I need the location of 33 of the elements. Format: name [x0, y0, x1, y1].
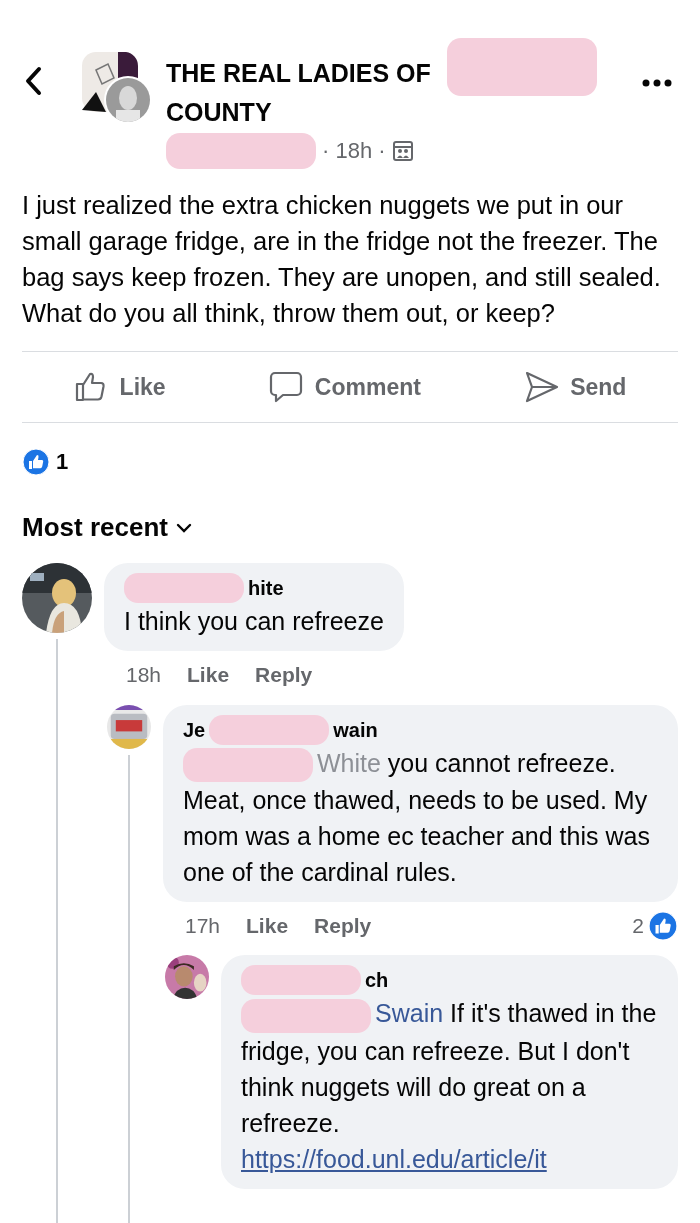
page-title[interactable]: COUNTY [166, 96, 272, 129]
comment-action[interactable]: Reply [255, 659, 313, 691]
author-name: Je [183, 717, 206, 742]
sort-button[interactable]: Most recent [22, 508, 192, 547]
like-badge-icon [22, 447, 50, 476]
post-text: I just realized the extra chicken nuggets we put in our small garage fridge, are in the fridge not the freezer. The bag says keep frozen. They are unopen, and still sealed. What do you all think, throw them out, or keep? [22, 189, 662, 329]
author-name: ch [365, 968, 389, 993]
post-time[interactable]: · 18h · [322, 134, 386, 167]
page-title[interactable]: THE REAL LADIES OF [166, 56, 431, 90]
comment-time: 17h [185, 912, 221, 939]
author-name: wain [333, 717, 378, 742]
group-icon [391, 139, 414, 162]
comment-text: Swain If it's thawed in the fridge, you can refreeze. But I don't think nuggets will do great on a refreeze. [241, 997, 658, 1139]
action-button[interactable]: Comment [258, 363, 431, 410]
comment-action[interactable]: Reply [314, 909, 372, 942]
link[interactable]: https://food.unl.edu/article/it [241, 1140, 658, 1177]
comment-action[interactable]: Like [246, 909, 289, 942]
more-icon [642, 78, 672, 87]
author-name: hite [248, 576, 284, 600]
reaction-count: 2 [632, 912, 644, 939]
comment-time: 18h [126, 662, 162, 688]
reaction-count: 1 [56, 448, 69, 476]
comment-action[interactable]: Like [187, 659, 230, 691]
comment-text: I think you can refreeze [124, 606, 384, 637]
action-button[interactable]: Send [514, 363, 637, 410]
send-icon [524, 369, 561, 404]
like-badge-icon [648, 910, 678, 941]
mention-link[interactable]: Swain [375, 999, 444, 1028]
chevron-down-icon [175, 522, 192, 533]
mention-link[interactable]: White [317, 748, 381, 777]
speech-bubble-icon [268, 369, 305, 404]
comment-text: White you cannot refreeze. Meat, once thawed, needs to be used. My mom was a home ec teacher and this was one of the cardinal rules. [183, 746, 651, 888]
action-button[interactable]: Like [63, 363, 176, 410]
